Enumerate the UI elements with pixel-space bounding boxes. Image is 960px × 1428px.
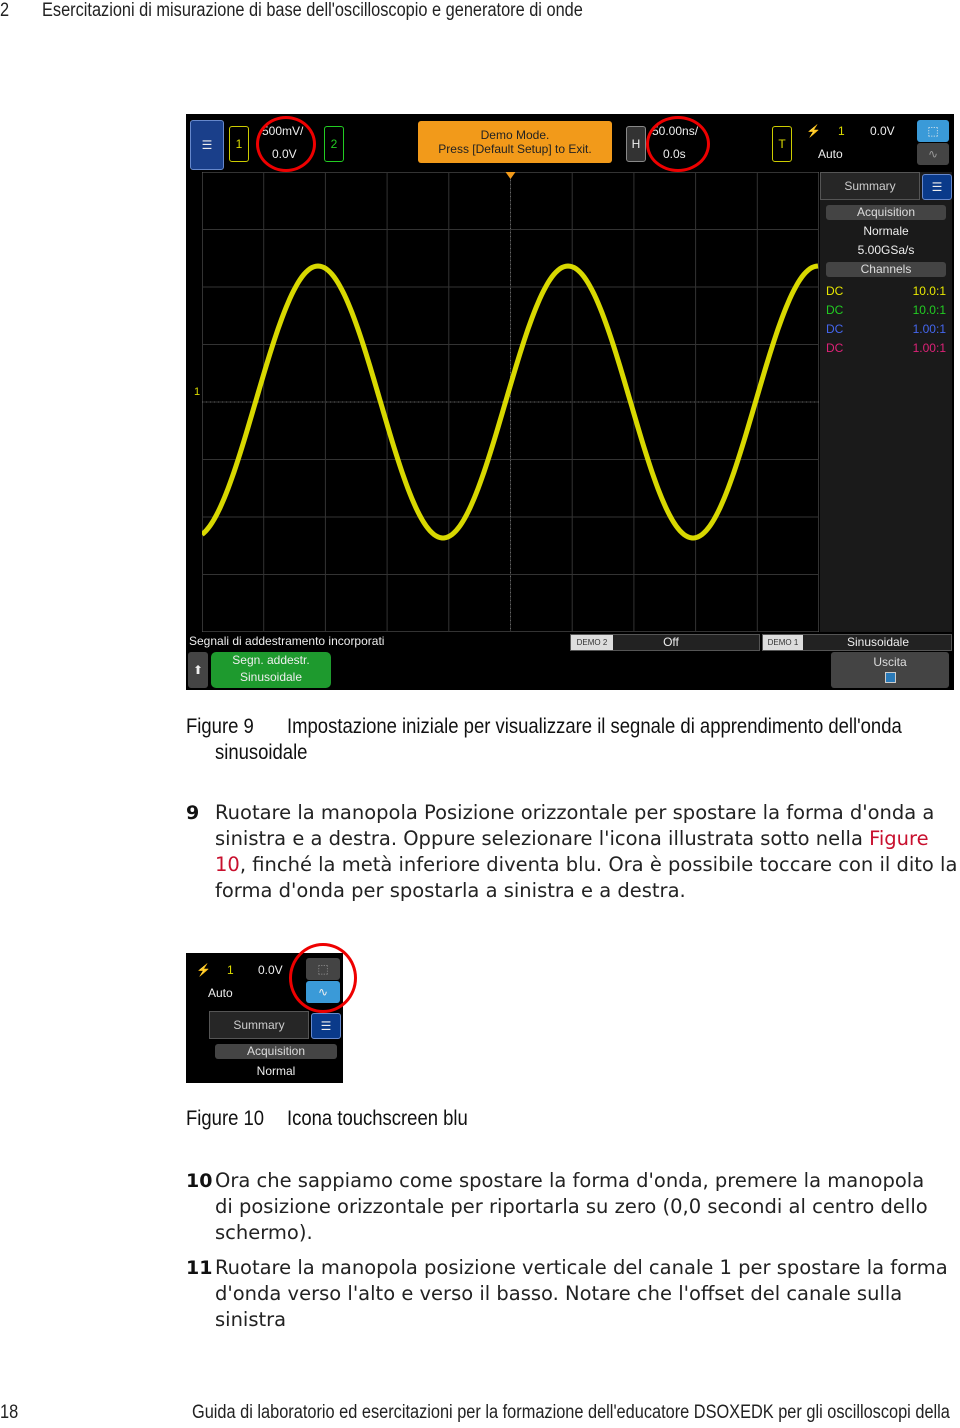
figure-label: Figure 10 [186,1107,265,1130]
coupling: DC [826,322,844,336]
drag-waveform-icon[interactable]: ∿ [917,143,949,165]
sample-rate: 5.00GSa/s [857,243,915,257]
banner-line: Press [Default Setup] to Exit. [438,142,592,156]
up-arrow-icon[interactable]: ⬆ [188,652,208,688]
acquisition-header: Acquisition [215,1044,337,1059]
tab-summary: Summary [209,1011,309,1039]
trigger-mode: Auto [208,986,233,1000]
trigger-edge-icon: ⚡ [806,124,821,138]
demo-mode-banner: Demo Mode. Press [Default Setup] to Exit… [418,121,612,163]
coupling: DC [826,341,844,355]
channel-row: DC 1.00:1 [826,322,946,336]
channel-2-button[interactable]: 2 [324,126,344,162]
acq-mode: Normale [863,224,909,238]
training-signal-button[interactable]: Segn. addestr. Sinusoidale [211,652,331,688]
highlight-circle [646,116,710,172]
zoom-select-icon[interactable]: ⬚ [917,120,949,142]
step-text: Ruotare la manopola posizione verticale … [215,1256,948,1331]
acq-mode: Normal [256,1064,296,1078]
exit-label: Uscita [873,655,907,669]
acquisition-header: Acquisition [826,205,946,220]
step-number: 9 [186,802,200,824]
probe-ratio: 10.0:1 [912,284,946,298]
running-footer: Guida di laboratorio ed esercitazioni pe… [192,1402,950,1423]
page-number: 18 [0,1402,19,1423]
channel-row: DC 10.0:1 [826,303,946,317]
figure-label: Figure 9 [186,715,254,738]
probe-ratio: 1.00:1 [912,341,946,355]
document-page: 2 Esercitazioni di misurazione di base d… [0,0,960,1428]
main-menu-icon[interactable]: ☰ [190,120,224,170]
touchscreen-icon-screenshot: ⚡ 1 0.0V Auto ⬚ ∿ Summary ☰ Acquisition … [186,943,357,1083]
summary-menu-icon: ☰ [311,1013,341,1039]
demo2-tag: DEMO 2 [571,635,613,650]
trigger-level[interactable]: 0.0V [870,124,895,138]
exit-button[interactable]: Uscita [831,652,949,688]
channel-row: DC 1.00:1 [826,341,946,355]
ch1-ground-marker[interactable]: 1 [194,386,200,398]
running-header: Esercitazioni di misurazione di base del… [42,0,583,21]
trigger-source[interactable]: 1 [838,124,845,138]
waveform-graticule[interactable] [202,172,819,632]
step-number: 11 [186,1257,213,1279]
trigger-level: 0.0V [258,963,283,977]
summary-panel: Summary ☰ Acquisition Normale 5.00GSa/s … [820,172,952,632]
probe-ratio: 10.0:1 [912,303,946,317]
demo1-selector[interactable]: DEMO 1 Sinusoidale [762,634,952,651]
exit-indicator [884,672,896,683]
demo1-tag: DEMO 1 [763,635,803,650]
trigger-source: 1 [227,963,234,977]
text: Ruotare la manopola Posizione orizzontal… [215,801,935,850]
signal-btn-line: Segn. addestr. [232,653,310,667]
step-text: Ruotare la manopola Posizione orizzontal… [215,800,960,904]
training-signals-title: Segnali di addestramento incorporati [189,634,385,648]
trigger-mode[interactable]: Auto [818,147,843,161]
horizontal-button[interactable]: H [626,126,646,162]
demo2-value: Off [663,635,679,649]
summary-menu-icon[interactable]: ☰ [922,174,952,200]
demo2-selector[interactable]: DEMO 2 Off [570,634,760,651]
chapter-number: 2 [0,0,10,21]
demo1-value: Sinusoidale [846,635,910,649]
oscilloscope-screenshot: ☰ 1 500mV/ 0.0V 2 Demo Mode. Press [Defa… [186,114,954,690]
text: , finché la metà inferiore diventa blu. … [215,853,958,902]
channel-1-button[interactable]: 1 [229,126,249,162]
tab-summary[interactable]: Summary [820,172,920,200]
signal-btn-line: Sinusoidale [239,670,303,684]
highlight-circle [256,116,316,172]
figure-caption: Icona touchscreen blu [287,1107,468,1130]
trigger-edge-icon: ⚡ [196,963,211,977]
channels-header: Channels [826,262,946,277]
banner-line: Demo Mode. [480,128,550,142]
highlight-circle [289,943,357,1013]
channel-row: DC 10.0:1 [826,284,946,298]
trigger-button[interactable]: T [772,126,792,162]
figure-caption: sinusoidale [215,741,308,764]
coupling: DC [826,284,844,298]
probe-ratio: 1.00:1 [912,322,946,336]
step-text: Ora che sappiamo come spostare la forma … [215,1169,928,1244]
figure-caption: Impostazione iniziale per visualizzare i… [287,715,902,738]
step-number: 10 [186,1170,213,1192]
coupling: DC [826,303,844,317]
